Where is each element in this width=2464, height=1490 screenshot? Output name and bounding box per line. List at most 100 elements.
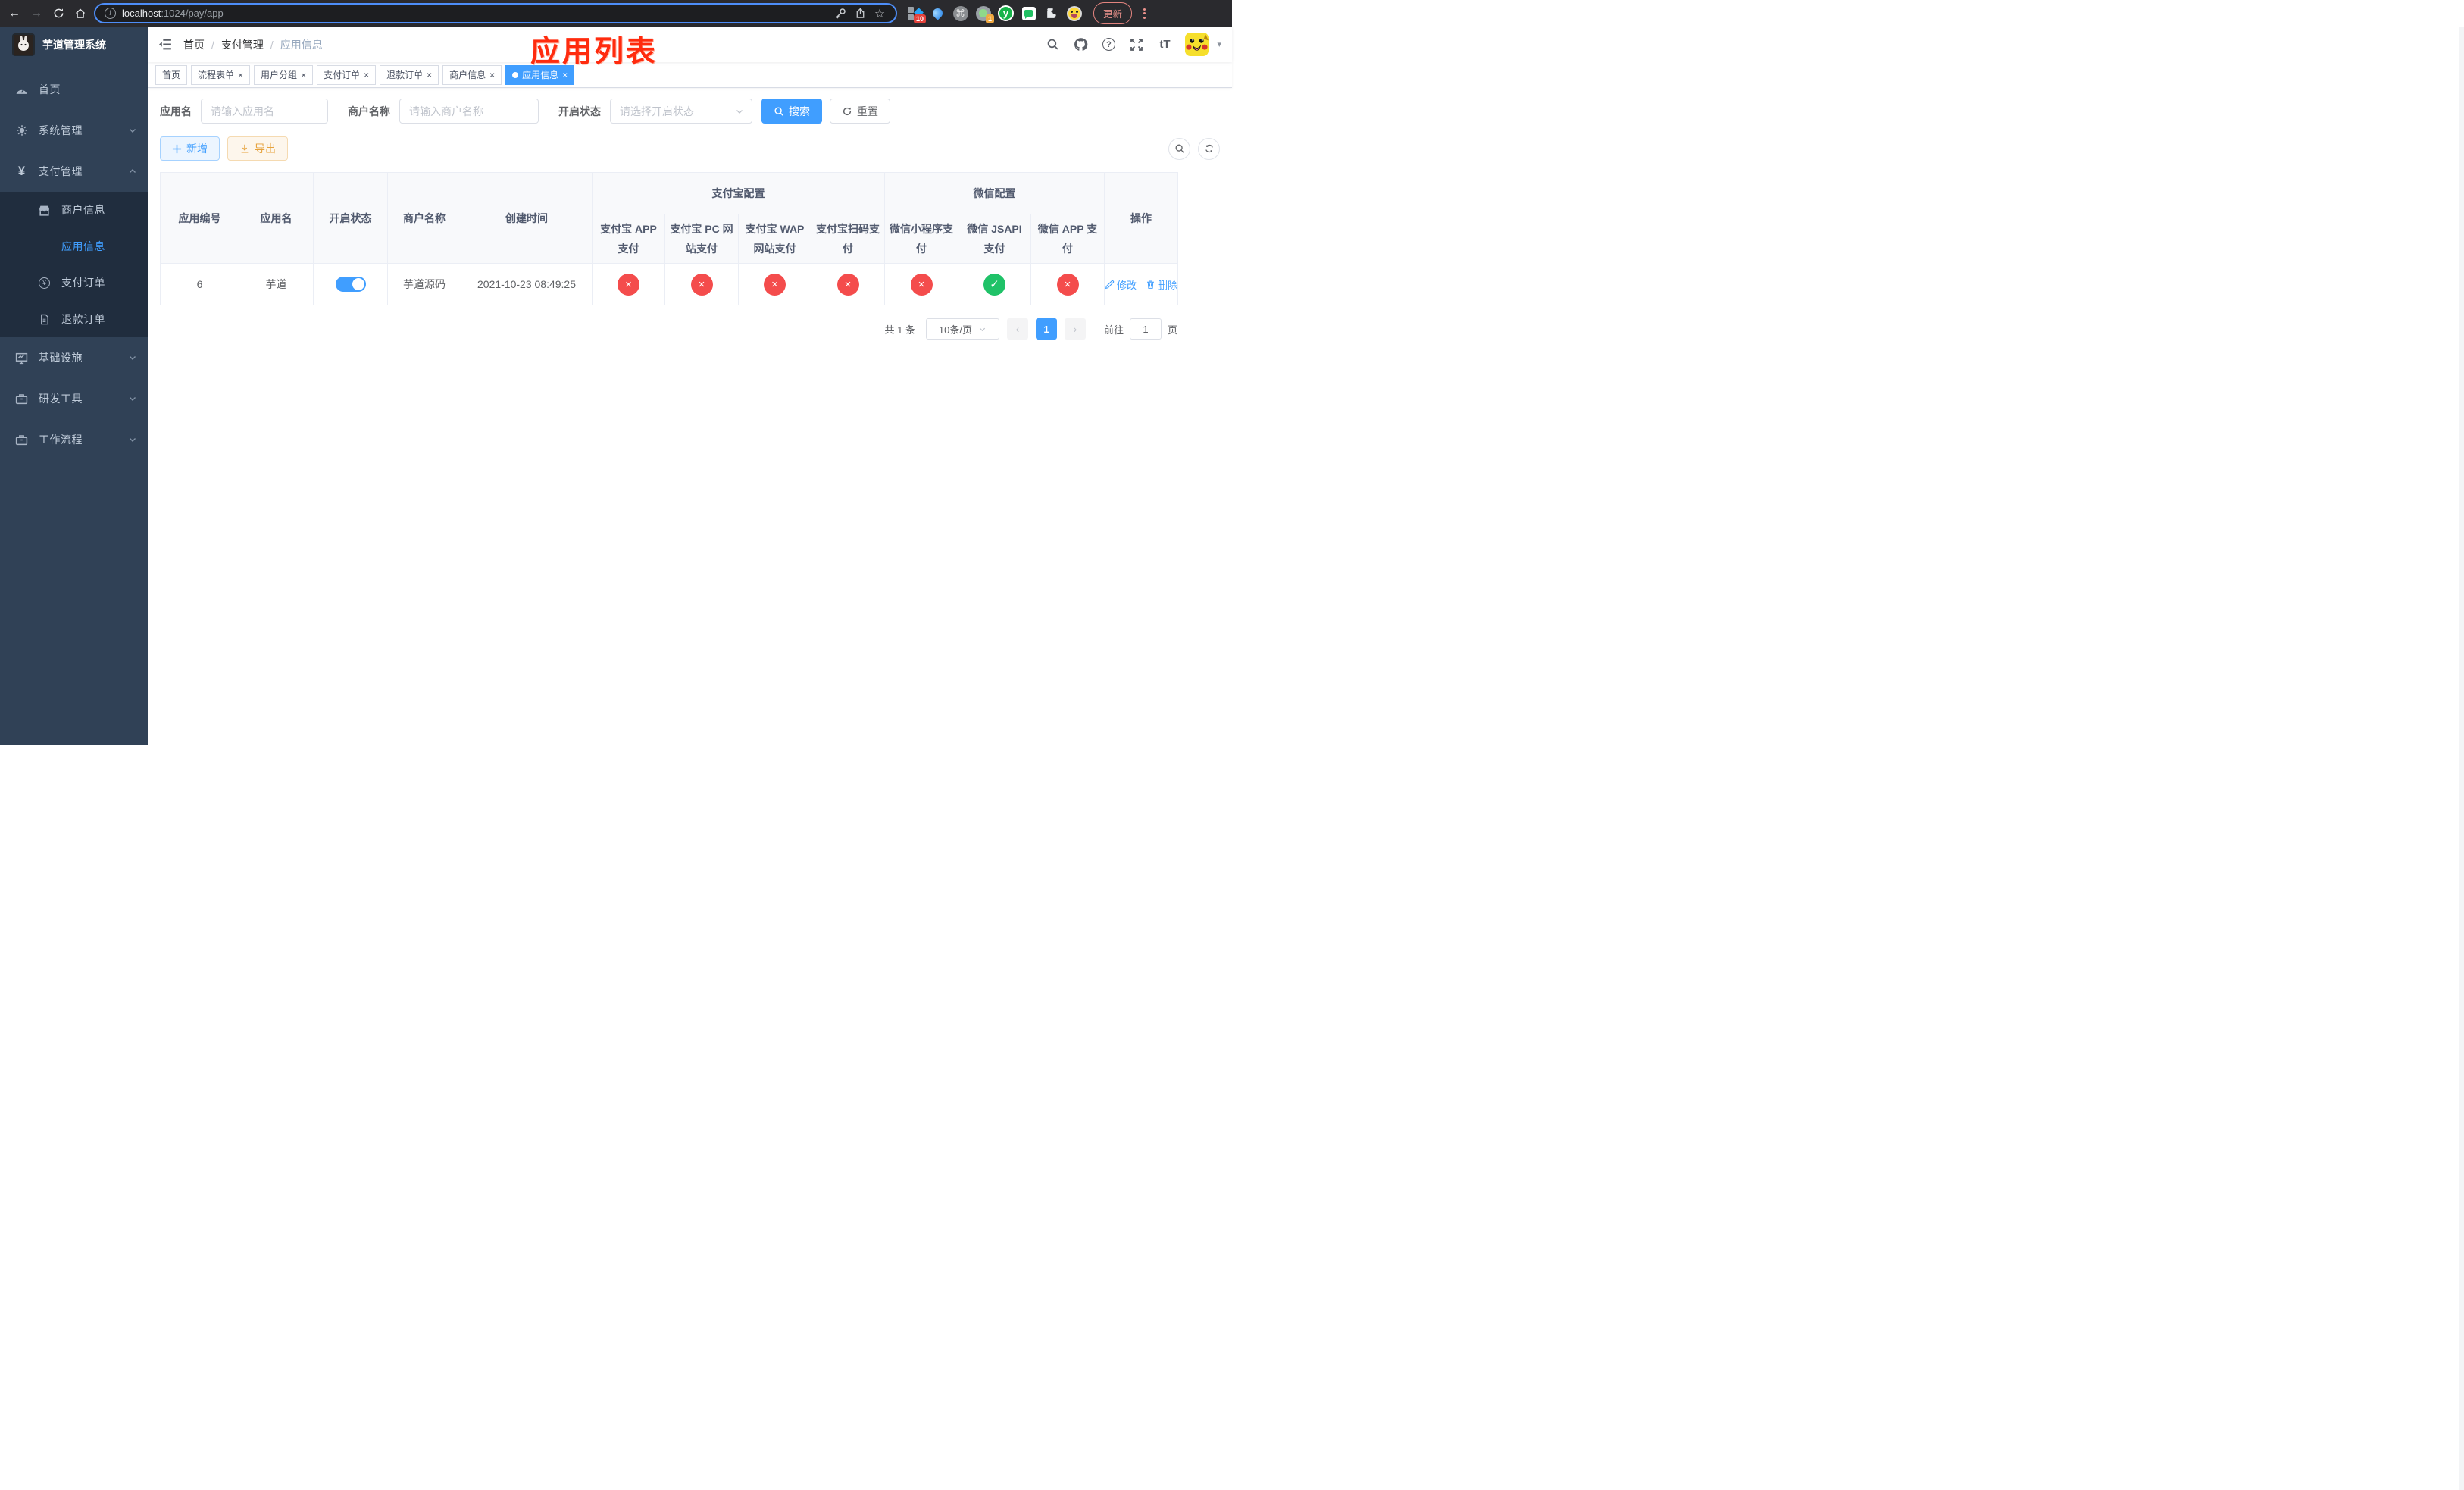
- payment-submenu: 商户信息 应用信息 ¥ 支付订单 退款订单: [0, 192, 148, 337]
- logo[interactable]: 芋道管理系统: [0, 27, 148, 63]
- font-size-icon[interactable]: tT: [1157, 37, 1172, 52]
- browser-reload-icon[interactable]: [50, 5, 67, 22]
- github-icon[interactable]: [1073, 37, 1088, 52]
- table-row: 6 芋道 芋道源码 2021-10-23 08:49:25 × × × × × …: [160, 263, 1179, 305]
- page-annotation-title: 应用列表: [530, 36, 658, 68]
- browser-home-icon[interactable]: [72, 5, 89, 22]
- url-text: localhost:1024/pay/app: [122, 8, 224, 19]
- close-icon[interactable]: ×: [562, 70, 568, 80]
- sidebar-item-refund-order[interactable]: 退款订单: [0, 301, 148, 337]
- sidebar-item-dev-tools[interactable]: 研发工具: [0, 378, 148, 419]
- goto-page-input[interactable]: [1129, 318, 1162, 340]
- fullscreen-icon[interactable]: [1129, 37, 1144, 52]
- sidebar-item-merchant-info[interactable]: 商户信息: [0, 192, 148, 228]
- browser-menu-icon[interactable]: [1143, 8, 1146, 19]
- browser-forward-icon[interactable]: →: [28, 5, 45, 22]
- breadcrumb-payment[interactable]: 支付管理: [221, 37, 264, 52]
- document-icon: [38, 313, 51, 326]
- sidebar-item-workflow[interactable]: 工作流程: [0, 419, 148, 460]
- close-icon[interactable]: ×: [301, 70, 306, 80]
- extension-command-icon[interactable]: ⌘: [952, 5, 968, 21]
- delete-link[interactable]: 删除: [1146, 277, 1177, 292]
- extension-blocks-icon[interactable]: 10: [907, 5, 926, 23]
- status-select[interactable]: 请选择开启状态: [610, 99, 752, 124]
- add-button[interactable]: 新增: [160, 136, 220, 161]
- site-info-icon[interactable]: i: [105, 8, 116, 19]
- pagination: 共 1 条 10条/页 ‹ 1 › 前往 页: [160, 318, 1177, 340]
- tab-process-form[interactable]: 流程表单 ×: [191, 64, 251, 85]
- next-page-button[interactable]: ›: [1064, 318, 1086, 340]
- yuan-circle-icon: ¥: [38, 277, 51, 290]
- sidebar-item-app-info[interactable]: 应用信息: [0, 228, 148, 265]
- tab-merchant-info[interactable]: 商户信息 ×: [442, 64, 502, 85]
- share-icon[interactable]: [853, 7, 867, 20]
- close-icon[interactable]: ×: [238, 70, 243, 80]
- browser-update-button[interactable]: 更新: [1093, 2, 1133, 24]
- extension-chat-icon[interactable]: [1021, 5, 1037, 21]
- sidebar-item-payment[interactable]: ¥ 支付管理: [0, 151, 148, 192]
- user-avatar[interactable]: [1185, 33, 1209, 56]
- header-search-icon[interactable]: [1045, 37, 1060, 52]
- breadcrumb-home[interactable]: 首页: [183, 37, 205, 52]
- current-page-button[interactable]: 1: [1035, 318, 1057, 340]
- sidebar-item-pay-order[interactable]: ¥ 支付订单: [0, 265, 148, 301]
- browser-chrome: ← → i localhost:1024/pay/app ☆ 10 ⌘ 1 y: [0, 0, 1232, 27]
- browser-scrollbar[interactable]: [2459, 27, 2464, 1490]
- chevron-down-icon: [128, 126, 137, 135]
- logo-image: [12, 33, 35, 56]
- dashboard-icon: [15, 83, 28, 96]
- briefcase-icon: [15, 434, 28, 446]
- help-icon[interactable]: ?: [1101, 37, 1116, 52]
- browser-back-icon[interactable]: ←: [6, 5, 23, 22]
- col-header-wechat-mini: 微信小程序支付: [884, 214, 958, 264]
- close-icon[interactable]: ×: [489, 70, 495, 80]
- tab-pay-order[interactable]: 支付订单 ×: [317, 64, 377, 85]
- extensions-puzzle-icon[interactable]: [1043, 5, 1059, 21]
- cell-app-id: 6: [160, 263, 239, 305]
- password-key-icon[interactable]: [833, 7, 847, 20]
- app-name-input[interactable]: [201, 99, 328, 124]
- app-table: 应用编号 应用名 开启状态 商户名称 创建时间 支付宝配置 微信配置 操作 支付…: [160, 172, 1179, 305]
- edit-link[interactable]: 修改: [1105, 277, 1137, 292]
- extension-pin-icon[interactable]: [930, 5, 946, 21]
- extension-smiley-icon[interactable]: [1066, 5, 1082, 21]
- cross-icon: ×: [836, 273, 859, 296]
- address-bar[interactable]: i localhost:1024/pay/app ☆: [94, 3, 897, 23]
- close-icon[interactable]: ×: [427, 70, 432, 80]
- briefcase-icon: [15, 393, 28, 405]
- sidebar-item-system[interactable]: 系统管理: [0, 110, 148, 151]
- page-unit-label: 页: [1167, 324, 1177, 336]
- prev-page-button[interactable]: ‹: [1006, 318, 1028, 340]
- merchant-name-input[interactable]: [399, 99, 539, 124]
- cross-icon: ×: [1056, 273, 1079, 296]
- tab-refund-order[interactable]: 退款订单 ×: [380, 64, 439, 85]
- show-search-toggle-button[interactable]: [1168, 137, 1190, 160]
- search-button[interactable]: 搜索: [761, 99, 822, 124]
- shop-icon: [38, 204, 51, 217]
- col-header-alipay-pc: 支付宝 PC 网站支付: [664, 214, 739, 264]
- cell-created: 2021-10-23 08:49:25: [461, 263, 593, 305]
- tab-home[interactable]: 首页: [155, 64, 188, 85]
- avatar-caret-icon[interactable]: ▾: [1217, 39, 1221, 49]
- col-header-alipay-wap: 支付宝 WAP 网站支付: [738, 214, 811, 264]
- table-toolbar: 新增 导出: [160, 136, 1220, 161]
- status-toggle[interactable]: [335, 277, 366, 292]
- cross-icon: ×: [910, 273, 933, 296]
- sidebar-item-infrastructure[interactable]: 基础设施: [0, 337, 148, 378]
- app-title: 芋道管理系统: [42, 39, 106, 51]
- sidebar-collapse-icon[interactable]: [158, 37, 173, 52]
- chevron-down-icon: [978, 325, 987, 333]
- search-form: 应用名 商户名称 开启状态 请选择开启状态 搜索 重置: [160, 99, 1220, 124]
- bookmark-star-icon[interactable]: ☆: [873, 7, 886, 20]
- tab-user-group[interactable]: 用户分组 ×: [254, 64, 314, 85]
- extension-y-icon[interactable]: y: [998, 5, 1014, 21]
- check-icon: ✓: [983, 273, 1005, 296]
- sidebar-item-home[interactable]: 首页: [0, 69, 148, 110]
- close-icon[interactable]: ×: [364, 70, 369, 80]
- chevron-down-icon: [128, 394, 137, 403]
- page-size-select[interactable]: 10条/页: [925, 318, 999, 340]
- refresh-table-button[interactable]: [1198, 137, 1220, 160]
- extension-target-icon[interactable]: 1: [975, 5, 994, 23]
- reset-button[interactable]: 重置: [830, 99, 890, 124]
- export-button[interactable]: 导出: [227, 136, 288, 161]
